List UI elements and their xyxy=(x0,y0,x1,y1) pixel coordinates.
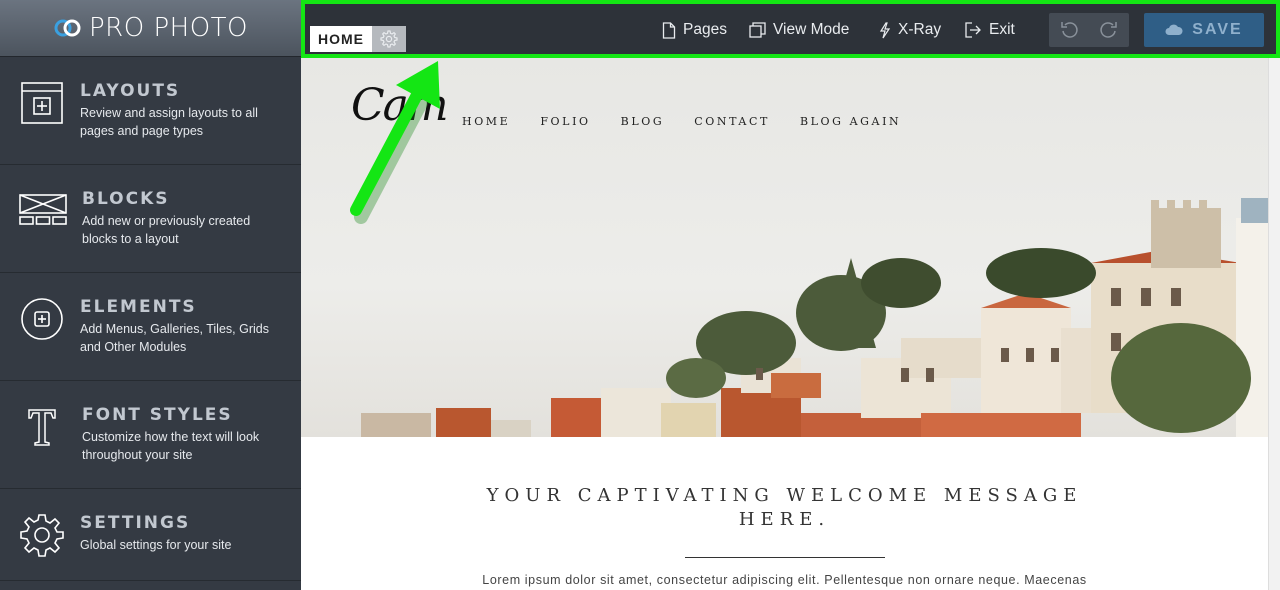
save-label: SAVE xyxy=(1192,21,1243,38)
sidebar-item-title: FONT STYLES xyxy=(82,405,233,425)
body-text: Lorem ipsum dolor sit amet, consectetur … xyxy=(482,573,1087,587)
annotation-arrow xyxy=(350,61,440,224)
site-nav-contact[interactable]: CONTACT xyxy=(694,115,770,128)
view-mode-label: View Mode xyxy=(773,21,850,38)
exit-button[interactable]: Exit xyxy=(965,21,1015,39)
sidebar-item-blocks[interactable]: BLOCKS Add new or previously created blo… xyxy=(0,165,301,273)
cloud-icon xyxy=(1165,24,1183,35)
save-button[interactable]: SAVE xyxy=(1144,13,1264,47)
site-nav-home[interactable]: HOME xyxy=(462,115,510,128)
view-mode-button[interactable]: View Mode xyxy=(749,21,849,39)
sidebar-item-settings[interactable]: SETTINGS Global settings for your site xyxy=(0,489,301,581)
gear-icon xyxy=(380,30,398,48)
prophoto-logo-icon xyxy=(54,19,81,37)
current-page-chip[interactable]: HOME xyxy=(310,26,406,52)
site-nav-folio[interactable]: FOLIO xyxy=(540,115,590,128)
site-nav: HOME FOLIO BLOG CONTACT BLOG AGAIN xyxy=(462,115,931,128)
sidebar: PRO PHOTO LAYOUTS Review and assign layo… xyxy=(0,0,301,590)
current-page-label[interactable]: HOME xyxy=(310,26,372,52)
sidebar-item-elements[interactable]: ELEMENTS Add Menus, Galleries, Tiles, Gr… xyxy=(0,273,301,381)
pages-label: Pages xyxy=(683,21,727,38)
exit-icon xyxy=(965,22,981,38)
brand-logo[interactable]: PRO PHOTO xyxy=(0,0,301,57)
sidebar-item-layouts[interactable]: LAYOUTS Review and assign layouts to all… xyxy=(0,57,301,165)
exit-label: Exit xyxy=(989,21,1015,38)
page-icon xyxy=(662,21,676,39)
sidebar-item-font-styles[interactable]: FONT STYLES Customize how the text will … xyxy=(0,381,301,489)
lightning-icon xyxy=(879,21,891,38)
sidebar-item-desc: Customize how the text will look through… xyxy=(82,430,260,462)
undo-button[interactable] xyxy=(1049,13,1089,47)
sidebar-item-title: SETTINGS xyxy=(80,513,191,533)
sidebar-item-desc: Add new or previously created blocks to … xyxy=(82,214,251,246)
gear-icon xyxy=(20,514,64,557)
layout-plus-icon xyxy=(21,82,63,124)
site-nav-blog-again[interactable]: BLOG AGAIN xyxy=(800,115,901,128)
welcome-text: YOUR CAPTIVATING WELCOME MESSAGE HERE. xyxy=(486,485,1083,530)
xray-button[interactable]: X-Ray xyxy=(879,21,941,39)
sidebar-item-title: BLOCKS xyxy=(82,189,170,209)
top-toolbar: HOME Pages View Mode X-Ray Exit SAVE xyxy=(301,0,1280,58)
view-mode-icon xyxy=(749,22,766,38)
sidebar-item-desc: Review and assign layouts to all pages a… xyxy=(80,106,258,138)
sidebar-item-title: ELEMENTS xyxy=(80,297,197,317)
font-t-icon xyxy=(28,409,56,446)
site-nav-blog[interactable]: BLOG xyxy=(621,115,665,128)
redo-button[interactable] xyxy=(1089,13,1129,47)
sidebar-item-desc: Global settings for your site xyxy=(80,538,232,552)
undo-redo-group xyxy=(1049,13,1129,47)
redo-icon xyxy=(1100,22,1117,38)
canvas-scrollbar[interactable] xyxy=(1268,58,1280,590)
page-settings-button[interactable] xyxy=(372,26,406,52)
sidebar-item-desc: Add Menus, Galleries, Tiles, Grids and O… xyxy=(80,322,269,354)
circle-plus-icon xyxy=(21,298,63,340)
sidebar-item-title: LAYOUTS xyxy=(80,81,181,101)
blocks-icon xyxy=(19,194,67,225)
pages-button[interactable]: Pages xyxy=(662,21,727,39)
content-divider xyxy=(685,557,885,558)
welcome-heading: YOUR CAPTIVATING WELCOME MESSAGE HERE. xyxy=(301,484,1268,532)
xray-label: X-Ray xyxy=(898,21,942,38)
brand-name: PRO PHOTO xyxy=(88,13,248,43)
undo-icon xyxy=(1061,22,1078,38)
